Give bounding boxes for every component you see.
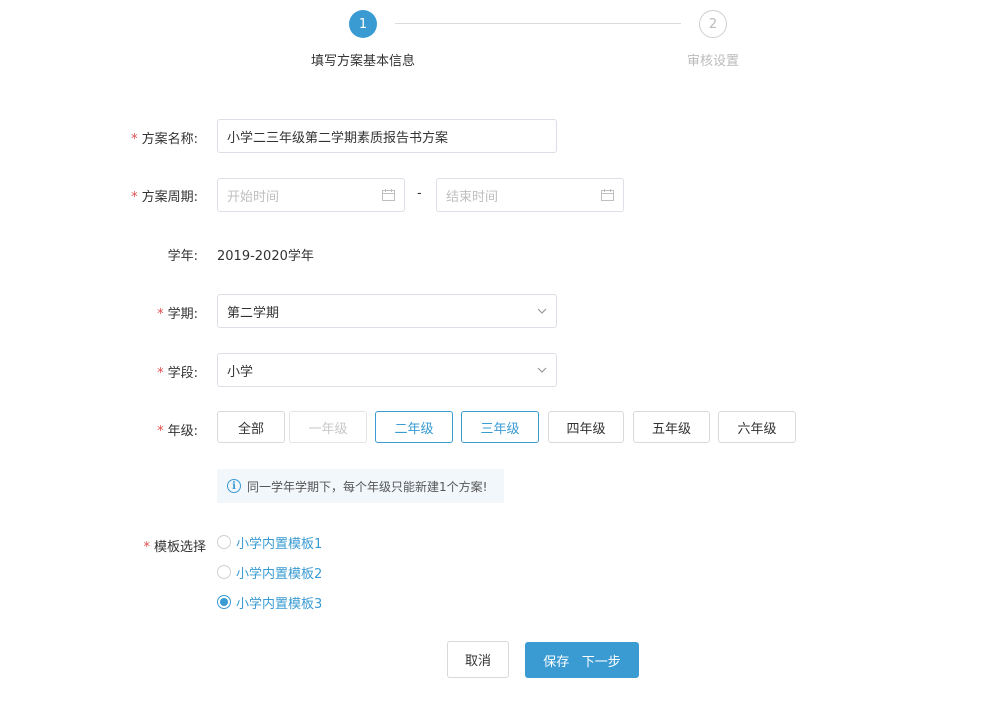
template-option-1[interactable]: 小学内置模板1	[217, 533, 323, 552]
start-date-input[interactable]: 开始时间	[217, 178, 405, 212]
grade-option-2[interactable]: 二年级	[375, 411, 453, 443]
grade-option-4[interactable]: 四年级	[548, 411, 624, 443]
template-option-2[interactable]: 小学内置模板2	[217, 563, 323, 582]
start-date-placeholder: 开始时间	[227, 189, 280, 205]
step-1-title: 填写方案基本信息	[310, 54, 415, 69]
template-option-label: 小学内置模板2	[236, 566, 323, 582]
plan-name-input[interactable]: 小学二三年级第二学期素质报告书方案	[217, 119, 557, 153]
step-2-title: 审核设置	[686, 54, 739, 69]
grade-option-6[interactable]: 六年级	[718, 411, 796, 443]
calendar-icon	[382, 189, 395, 201]
stage-select[interactable]: 小学	[217, 353, 557, 387]
school-year-label: 学年:	[167, 249, 198, 264]
radio-button[interactable]	[217, 565, 231, 579]
radio-button-checked[interactable]	[217, 595, 231, 609]
plan-name-value: 小学二三年级第二学期素质报告书方案	[227, 130, 449, 146]
grade-label: * 年级:	[157, 424, 198, 439]
grade-notice-text: 同一学年学期下，每个年级只能新建1个方案!	[247, 479, 488, 494]
chevron-down-icon	[537, 308, 547, 314]
save-next-button[interactable]: 保存 下一步	[525, 642, 639, 678]
template-option-label: 小学内置模板1	[236, 536, 323, 552]
radio-button[interactable]	[217, 535, 231, 549]
date-range-separator: -	[417, 186, 422, 201]
grade-option-all[interactable]: 全部	[217, 411, 285, 443]
school-year-value: 2019-2020学年	[217, 249, 314, 264]
required-mark: *	[157, 307, 164, 322]
grade-notice: i 同一学年学期下，每个年级只能新建1个方案!	[217, 469, 504, 503]
required-mark: *	[157, 366, 164, 381]
grade-option-1: 一年级	[289, 411, 367, 443]
required-mark: *	[143, 540, 150, 555]
step-1-indicator: 1	[349, 10, 377, 38]
plan-name-label: * 方案名称:	[131, 132, 198, 147]
chevron-down-icon	[537, 367, 547, 373]
semester-select[interactable]: 第二学期	[217, 294, 557, 328]
end-date-placeholder: 结束时间	[446, 189, 499, 205]
calendar-icon	[601, 189, 614, 201]
period-label: * 方案周期:	[131, 190, 198, 205]
grade-option-3[interactable]: 三年级	[461, 411, 539, 443]
step-2-indicator: 2	[699, 10, 727, 38]
semester-value: 第二学期	[227, 305, 280, 321]
template-label: * 模板选择	[143, 540, 206, 555]
semester-label: * 学期:	[157, 307, 198, 322]
stage-label: * 学段:	[157, 366, 198, 381]
cancel-button[interactable]: 取消	[447, 641, 509, 678]
end-date-input[interactable]: 结束时间	[436, 178, 624, 212]
required-mark: *	[157, 424, 164, 439]
template-option-3[interactable]: 小学内置模板3	[217, 593, 323, 612]
step-2-number: 2	[708, 16, 718, 32]
required-mark: *	[131, 190, 138, 205]
step-1-number: 1	[358, 16, 368, 32]
step-connector-line	[395, 23, 681, 24]
template-option-label: 小学内置模板3	[236, 596, 323, 612]
stage-value: 小学	[227, 364, 254, 380]
info-icon: i	[227, 479, 241, 493]
grade-option-5[interactable]: 五年级	[633, 411, 710, 443]
required-mark: *	[131, 132, 138, 147]
